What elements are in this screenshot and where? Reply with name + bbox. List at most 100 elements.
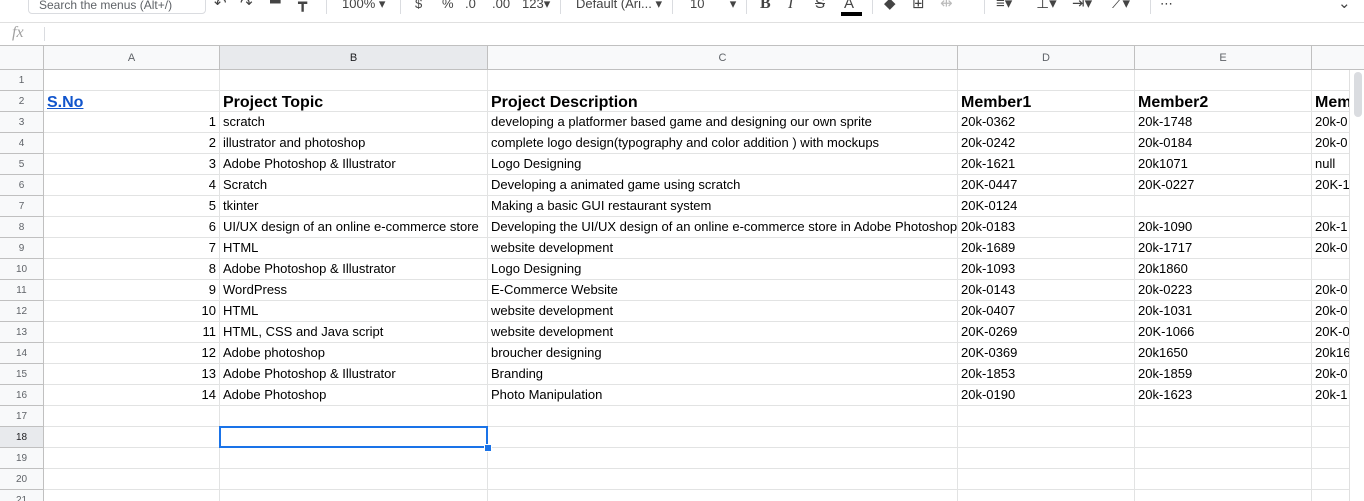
table-cell[interactable]: 5 [44,196,220,217]
table-cell[interactable]: 2 [44,133,220,154]
strikethrough-button[interactable]: S [815,0,825,13]
table-cell[interactable]: 11 [44,322,220,343]
table-cell[interactable] [1135,490,1312,501]
selected-cell-outline[interactable] [219,426,488,448]
table-cell[interactable] [958,448,1135,469]
table-cell[interactable]: 20k-1859 [1135,364,1312,385]
table-cell[interactable]: Photo Manipulation [488,385,958,406]
table-cell[interactable] [220,469,488,490]
table-cell[interactable]: UI/UX design of an online e-commerce sto… [220,217,488,238]
table-cell[interactable] [1135,469,1312,490]
row-header[interactable]: 15 [0,364,44,385]
table-cell[interactable] [958,427,1135,448]
bold-button[interactable]: B [760,0,771,13]
table-cell[interactable]: 20k1071 [1135,154,1312,175]
table-cell[interactable] [958,490,1135,501]
row-header[interactable]: 10 [0,259,44,280]
table-cell[interactable]: 20k-0184 [1135,133,1312,154]
table-cell[interactable]: 20k-0190 [958,385,1135,406]
row-header[interactable]: 1 [0,70,44,91]
table-cell[interactable] [1135,196,1312,217]
column-header[interactable]: B [220,46,488,70]
row-header[interactable]: 5 [0,154,44,175]
vertical-align-icon[interactable]: ⊥▾ [1036,0,1057,13]
table-cell[interactable]: HTML [220,301,488,322]
paint-format-icon[interactable]: ┳ [298,0,307,13]
column-title-cell[interactable]: Project Topic [220,91,488,112]
select-all-corner[interactable] [0,46,44,70]
table-cell[interactable]: scratch [220,112,488,133]
row-header[interactable]: 14 [0,343,44,364]
vertical-scrollbar[interactable] [1349,70,1364,501]
row-header[interactable]: 18 [0,427,44,448]
table-cell[interactable] [1135,70,1312,91]
table-cell[interactable] [44,427,220,448]
font-size-select[interactable]: 10 ▾ [690,0,736,13]
currency-button[interactable]: $ [415,0,422,13]
table-cell[interactable]: 20k-0183 [958,217,1135,238]
table-cell[interactable]: HTML, CSS and Java script [220,322,488,343]
table-cell[interactable]: tkinter [220,196,488,217]
table-cell[interactable]: broucher designing [488,343,958,364]
column-header[interactable]: E [1135,46,1312,70]
table-cell[interactable]: developing a platformer based game and d… [488,112,958,133]
italic-button[interactable]: I [788,0,793,13]
fill-handle[interactable] [484,444,492,452]
table-cell[interactable]: 20k1860 [1135,259,1312,280]
table-cell[interactable]: 20k-0242 [958,133,1135,154]
font-family-select[interactable]: Default (Ari... ▾ [576,0,662,13]
fill-color-icon[interactable]: ◆ [884,0,896,13]
text-wrapping-icon[interactable]: ⇥▾ [1072,0,1092,13]
table-cell[interactable] [44,490,220,501]
row-header[interactable]: 20 [0,469,44,490]
horizontal-align-icon[interactable]: ≡▾ [996,0,1012,13]
column-header[interactable]: D [958,46,1135,70]
search-menus-input[interactable]: Search the menus (Alt+/) [28,0,206,14]
column-title-cell[interactable]: S.No [44,91,220,112]
table-cell[interactable]: website development [488,322,958,343]
table-cell[interactable]: Adobe photoshop [220,343,488,364]
table-cell[interactable]: 20k-0407 [958,301,1135,322]
table-cell[interactable]: 20k-0143 [958,280,1135,301]
row-header[interactable]: 21 [0,490,44,501]
chevron-down-icon[interactable]: ⌄ [1338,0,1351,13]
table-cell[interactable] [220,448,488,469]
table-cell[interactable] [44,406,220,427]
column-header[interactable]: C [488,46,958,70]
table-cell[interactable]: Adobe Photoshop & Illustrator [220,259,488,280]
more-formats-button[interactable]: 123▾ [522,0,550,13]
row-header[interactable]: 16 [0,385,44,406]
table-cell[interactable]: 20k-1093 [958,259,1135,280]
column-title-cell[interactable]: Project Description [488,91,958,112]
table-cell[interactable] [1135,427,1312,448]
row-header[interactable]: 2 [0,91,44,112]
table-cell[interactable] [488,70,958,91]
table-cell[interactable] [44,448,220,469]
table-cell[interactable] [958,469,1135,490]
row-header[interactable]: 13 [0,322,44,343]
table-cell[interactable]: 9 [44,280,220,301]
table-cell[interactable]: 6 [44,217,220,238]
table-cell[interactable] [488,427,958,448]
text-rotation-icon[interactable]: ⟋▾ [1112,0,1130,13]
row-header[interactable]: 4 [0,133,44,154]
table-cell[interactable]: 20k-0362 [958,112,1135,133]
table-cell[interactable]: illustrator and photoshop [220,133,488,154]
table-cell[interactable]: WordPress [220,280,488,301]
table-cell[interactable]: complete logo design(typography and colo… [488,133,958,154]
table-cell[interactable] [220,490,488,501]
table-cell[interactable] [44,469,220,490]
row-header[interactable]: 6 [0,175,44,196]
table-cell[interactable]: 13 [44,364,220,385]
more-options-icon[interactable]: ⋯ [1160,0,1173,13]
table-cell[interactable]: Branding [488,364,958,385]
table-cell[interactable] [1135,406,1312,427]
table-cell[interactable] [1135,448,1312,469]
column-header[interactable] [1312,46,1364,70]
table-cell[interactable] [44,70,220,91]
table-cell[interactable]: 20K-0124 [958,196,1135,217]
undo-icon[interactable]: ↶ [214,0,227,13]
table-cell[interactable]: 20K-0269 [958,322,1135,343]
table-cell[interactable]: Adobe Photoshop & Illustrator [220,154,488,175]
table-cell[interactable]: Developing the UI/UX design of an online… [488,217,958,238]
